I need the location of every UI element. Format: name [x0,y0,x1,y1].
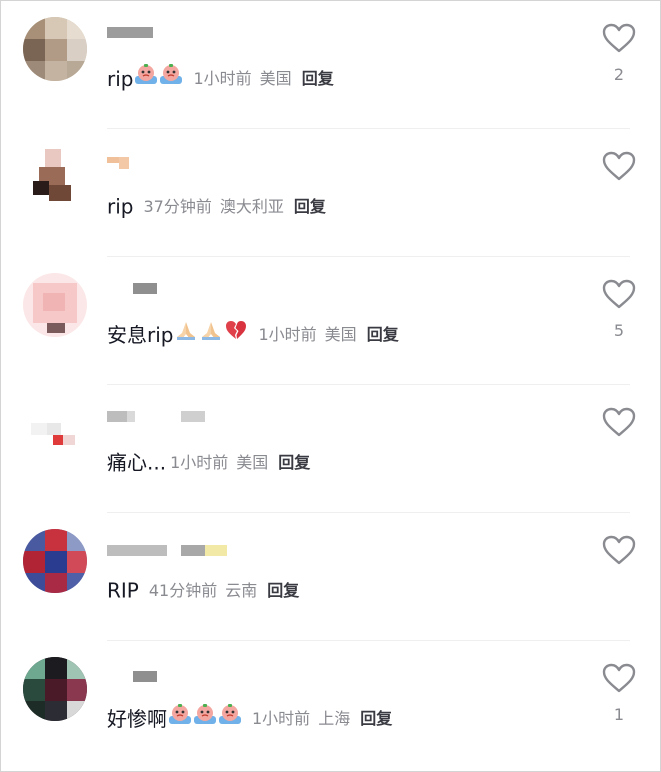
reply-button[interactable]: 回复 [278,453,310,472]
avatar[interactable] [23,273,87,337]
comment-location: 美国 [259,69,292,88]
crying-face-emoji [134,63,158,95]
reply-button[interactable]: 回复 [360,709,392,728]
comment-item: 安息rip 1小时前 美国 回复 5 [1,257,660,385]
comment-location: 美国 [236,452,269,472]
broken-heart-emoji [224,319,248,351]
comment-text-line: RIP 41分钟前 云南 回复 [107,575,299,605]
crying-face-emoji [193,703,217,735]
reply-button[interactable]: 回复 [267,581,299,600]
folded-hands-emoji [174,319,198,351]
like-count [599,193,639,213]
like-button[interactable] [599,535,639,597]
folded-hands-emoji [199,319,223,351]
comment-body: rip [107,67,134,91]
comment-time: 1小时前 [258,325,317,344]
like-count: 1 [613,705,625,724]
comment-body: rip [107,194,134,219]
avatar[interactable] [23,145,87,209]
comment-text-line: 安息rip 1小时前 美国 回复 [107,319,399,349]
comment-location: 上海 [318,709,351,728]
like-count [599,449,639,469]
avatar[interactable] [23,401,87,465]
comment-text-line: rip 1小时前 美国 回复 [107,63,334,93]
like-button[interactable]: 1 [599,663,639,725]
comment-time: 1小时前 [170,452,229,472]
comment-location: 云南 [225,580,258,600]
comment-text-line: 好惨啊 1小时前 上海 回复 [107,703,392,733]
like-count [599,577,639,597]
comment-item: rip 37分钟前 澳大利亚 回复 [1,129,660,257]
comment-body: 好惨啊 [107,707,167,731]
comment-body: 安息rip [107,323,174,347]
comment-body: RIP [107,578,139,603]
avatar[interactable] [23,17,87,81]
heart-icon [602,663,636,693]
comment-text-line: rip 37分钟前 澳大利亚 回复 [107,191,326,221]
comment-item: 好惨啊 1小时前 上海 回复 1 [1,641,660,769]
like-button[interactable]: 2 [599,23,639,85]
comment-text-line: 痛心... 1小时前 美国 回复 [107,447,310,477]
comment-item: RIP 41分钟前 云南 回复 [1,513,660,641]
heart-icon [602,407,636,437]
reply-button[interactable]: 回复 [294,197,326,216]
comment-time: 41分钟前 [148,580,218,600]
avatar[interactable] [23,657,87,721]
like-button[interactable] [599,151,639,213]
comment-time: 1小时前 [193,69,252,88]
comment-location: 澳大利亚 [219,196,284,216]
comment-time: 1小时前 [252,709,311,728]
comment-list: rip 1小时前 美国 回复 2 rip 37分钟前 澳大利亚 回复 安息rip… [0,0,661,772]
comment-location: 美国 [324,325,357,344]
crying-face-emoji [218,703,242,735]
reply-button[interactable]: 回复 [367,325,399,344]
like-button[interactable]: 5 [599,279,639,341]
heart-icon [602,279,636,309]
like-button[interactable] [599,407,639,469]
comment-item: rip 1小时前 美国 回复 2 [1,1,660,129]
heart-icon [602,535,636,565]
comment-time: 37分钟前 [143,196,212,216]
crying-face-emoji [159,63,183,95]
like-count: 5 [613,321,625,340]
comment-item: 痛心... 1小时前 美国 回复 [1,385,660,513]
comment-body: 痛心... [107,450,167,475]
heart-icon [602,151,636,181]
heart-icon [602,23,636,53]
like-count: 2 [613,65,625,84]
avatar[interactable] [23,529,87,593]
crying-face-emoji [168,703,192,735]
reply-button[interactable]: 回复 [302,69,334,88]
